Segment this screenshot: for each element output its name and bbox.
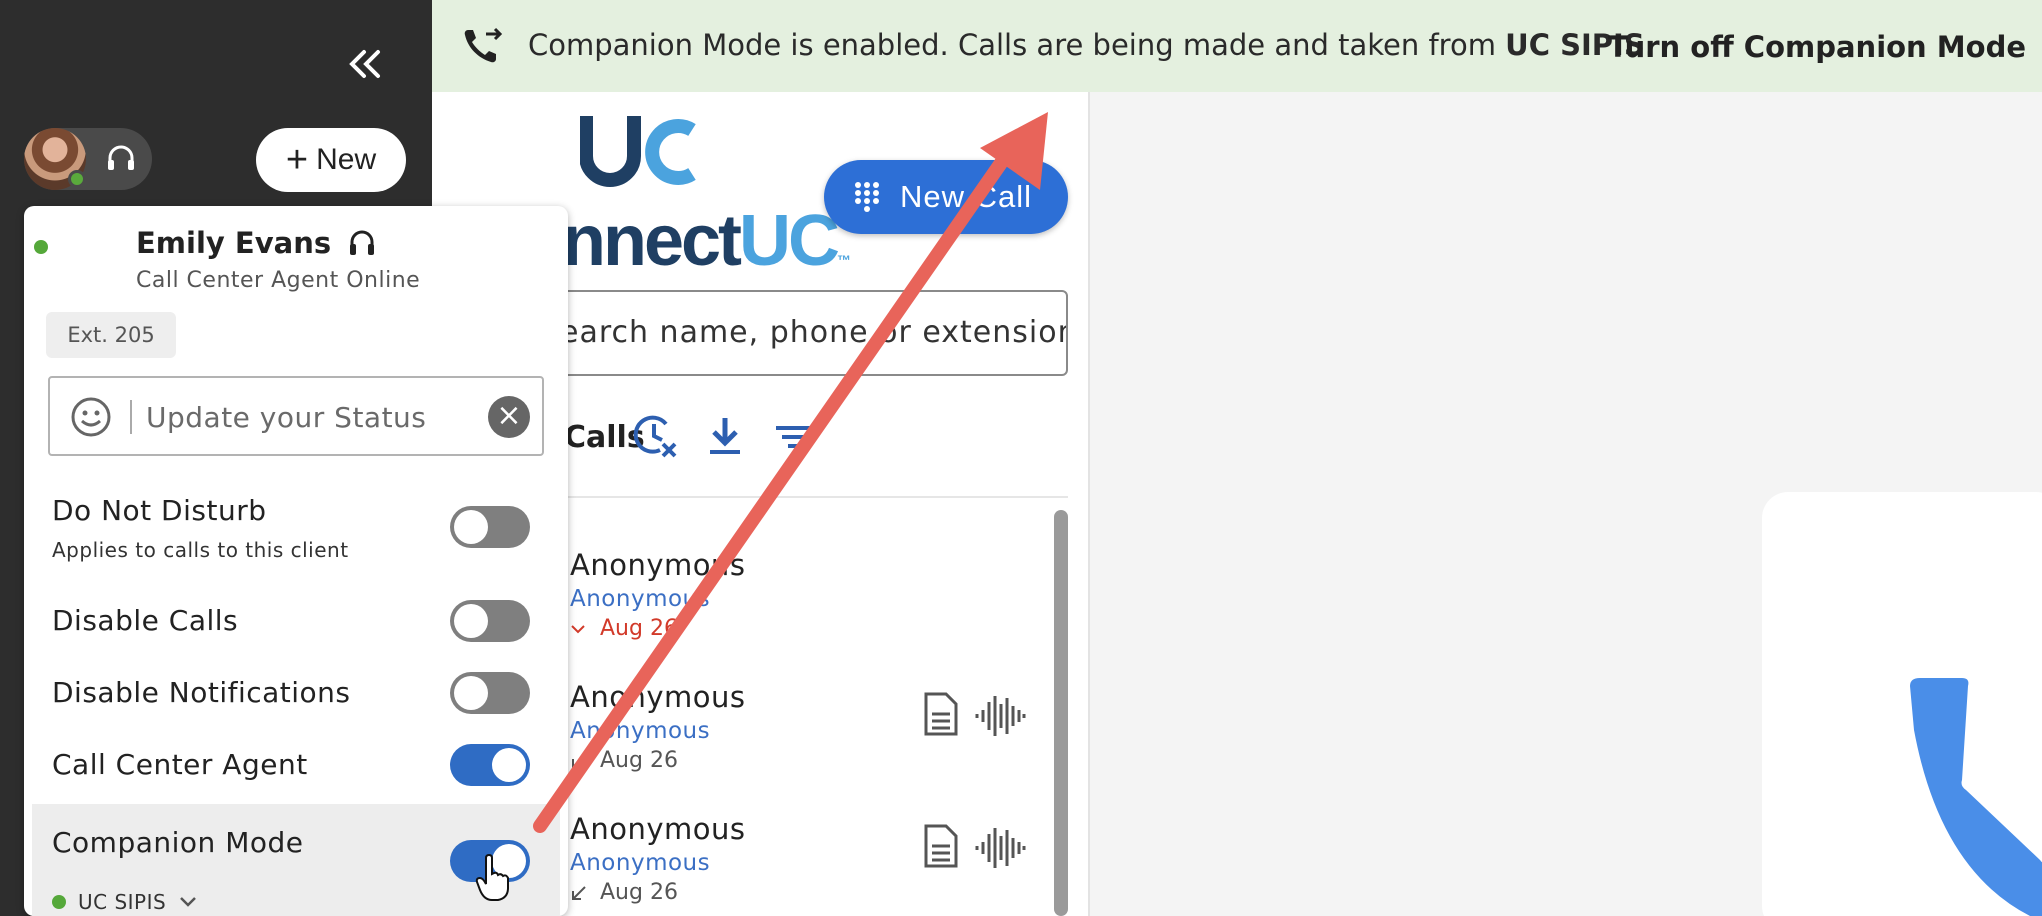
search-input[interactable]: earch name, phone or extension: [546, 290, 1068, 376]
toggle-knob: [454, 676, 488, 710]
download-icon[interactable]: [700, 410, 750, 462]
call-date-text: Aug 26: [600, 616, 678, 641]
option-label: Call Center Agent: [52, 748, 308, 781]
online-status-dot: [34, 240, 48, 254]
toggle-knob: [454, 510, 488, 544]
logo-text-dark: nnect: [562, 201, 742, 281]
companion-mode-banner: Companion Mode is enabled. Calls are bei…: [432, 0, 2042, 92]
emoji-icon[interactable]: [70, 396, 112, 438]
call-number[interactable]: Anonymous: [570, 850, 710, 876]
disable-calls-toggle[interactable]: [450, 600, 530, 642]
logo-text-light: UC: [739, 201, 840, 281]
call-name: Anonymous: [570, 812, 746, 846]
status-input[interactable]: [146, 394, 466, 440]
call-center-agent-toggle[interactable]: [450, 744, 530, 786]
online-status-dot: [68, 170, 86, 188]
companion-device-name: UC SIPIS: [78, 890, 167, 914]
device-status-dot: [52, 895, 66, 909]
call-name: Anonymous: [570, 680, 746, 714]
call-number[interactable]: Anonymous: [570, 718, 710, 744]
logo-tm: ™: [837, 252, 851, 268]
extension-badge: Ext. 205: [46, 312, 176, 358]
option-label: Companion Mode: [52, 826, 304, 859]
call-number[interactable]: Anonymous: [570, 586, 710, 612]
plus-icon: +: [285, 139, 309, 181]
call-date-text: Aug 26: [600, 880, 678, 905]
new-call-label: New Call: [900, 179, 1033, 214]
clear-history-icon[interactable]: [630, 410, 680, 462]
clear-status-icon[interactable]: ×: [488, 396, 530, 438]
user-name-row: Emily Evans: [136, 226, 377, 260]
toggle-knob: [492, 748, 526, 782]
transcript-icon[interactable]: [922, 824, 960, 868]
new-call-button[interactable]: New Call: [824, 160, 1068, 234]
chevron-down-icon: [180, 897, 197, 907]
user-name: Emily Evans: [136, 226, 332, 260]
phone-forward-icon: [464, 27, 503, 63]
call-row[interactable]: Anonymous Anonymous Aug 26: [570, 812, 1050, 916]
call-name: Anonymous: [570, 548, 746, 582]
turn-off-companion-mode-link[interactable]: Turn off Companion Mode ›: [1608, 27, 2042, 67]
status-message-field: ×: [48, 376, 544, 456]
missed-arrow-icon: [571, 624, 585, 633]
double-chevron-left-icon[interactable]: [340, 40, 392, 88]
banner-message-prefix: Companion Mode is enabled. Calls are bei…: [528, 28, 1506, 62]
option-label: Do Not Disturb: [52, 494, 267, 527]
call-date: Aug 26: [570, 616, 678, 641]
companion-device-selector[interactable]: UC SIPIS: [52, 890, 198, 914]
companion-mode-toggle[interactable]: [450, 840, 530, 882]
recording-waveform-icon[interactable]: [974, 824, 1026, 872]
user-status-panel: Emily Evans Call Center Agent Online Ext…: [24, 206, 568, 916]
option-label: Disable Notifications: [52, 676, 351, 709]
option-label: Disable Calls: [52, 604, 239, 637]
turn-off-label: Turn off Companion Mode: [1608, 30, 2027, 64]
toggle-knob: [454, 604, 488, 638]
recording-waveform-icon[interactable]: [974, 692, 1026, 740]
option-description: Applies to calls to this client: [52, 538, 349, 562]
call-date-text: Aug 26: [600, 748, 678, 773]
call-row[interactable]: Anonymous Anonymous Aug 26: [570, 548, 1050, 678]
disable-notifications-toggle[interactable]: [450, 672, 530, 714]
connectuc-logo-mark: [580, 116, 696, 187]
headset-icon: [108, 145, 134, 170]
call-date: Aug 26: [570, 880, 678, 905]
phone-illustration-icon: [1910, 678, 2042, 916]
incoming-arrow-icon: [572, 753, 586, 768]
filter-icon[interactable]: [768, 410, 818, 462]
toggle-knob: [492, 844, 526, 878]
do-not-disturb-toggle[interactable]: [450, 506, 530, 548]
user-role: Call Center Agent Online: [136, 268, 421, 293]
headset-icon: [350, 230, 375, 255]
calls-divider: [546, 496, 1068, 498]
new-button[interactable]: + New: [256, 128, 406, 192]
transcript-icon[interactable]: [922, 692, 960, 736]
incoming-arrow-icon: [572, 885, 586, 900]
calls-scrollbar[interactable]: [1054, 510, 1068, 916]
status-separator: [130, 400, 132, 434]
connectuc-logo-text: nnectUC™: [562, 200, 851, 282]
new-button-label: New: [316, 143, 377, 176]
user-presence-pill[interactable]: [24, 128, 152, 190]
banner-message: Companion Mode is enabled. Calls are bei…: [528, 28, 1654, 62]
call-row[interactable]: Anonymous Anonymous Aug 26: [570, 680, 1050, 810]
call-date: Aug 26: [570, 748, 678, 773]
dialpad-icon: [855, 182, 879, 212]
